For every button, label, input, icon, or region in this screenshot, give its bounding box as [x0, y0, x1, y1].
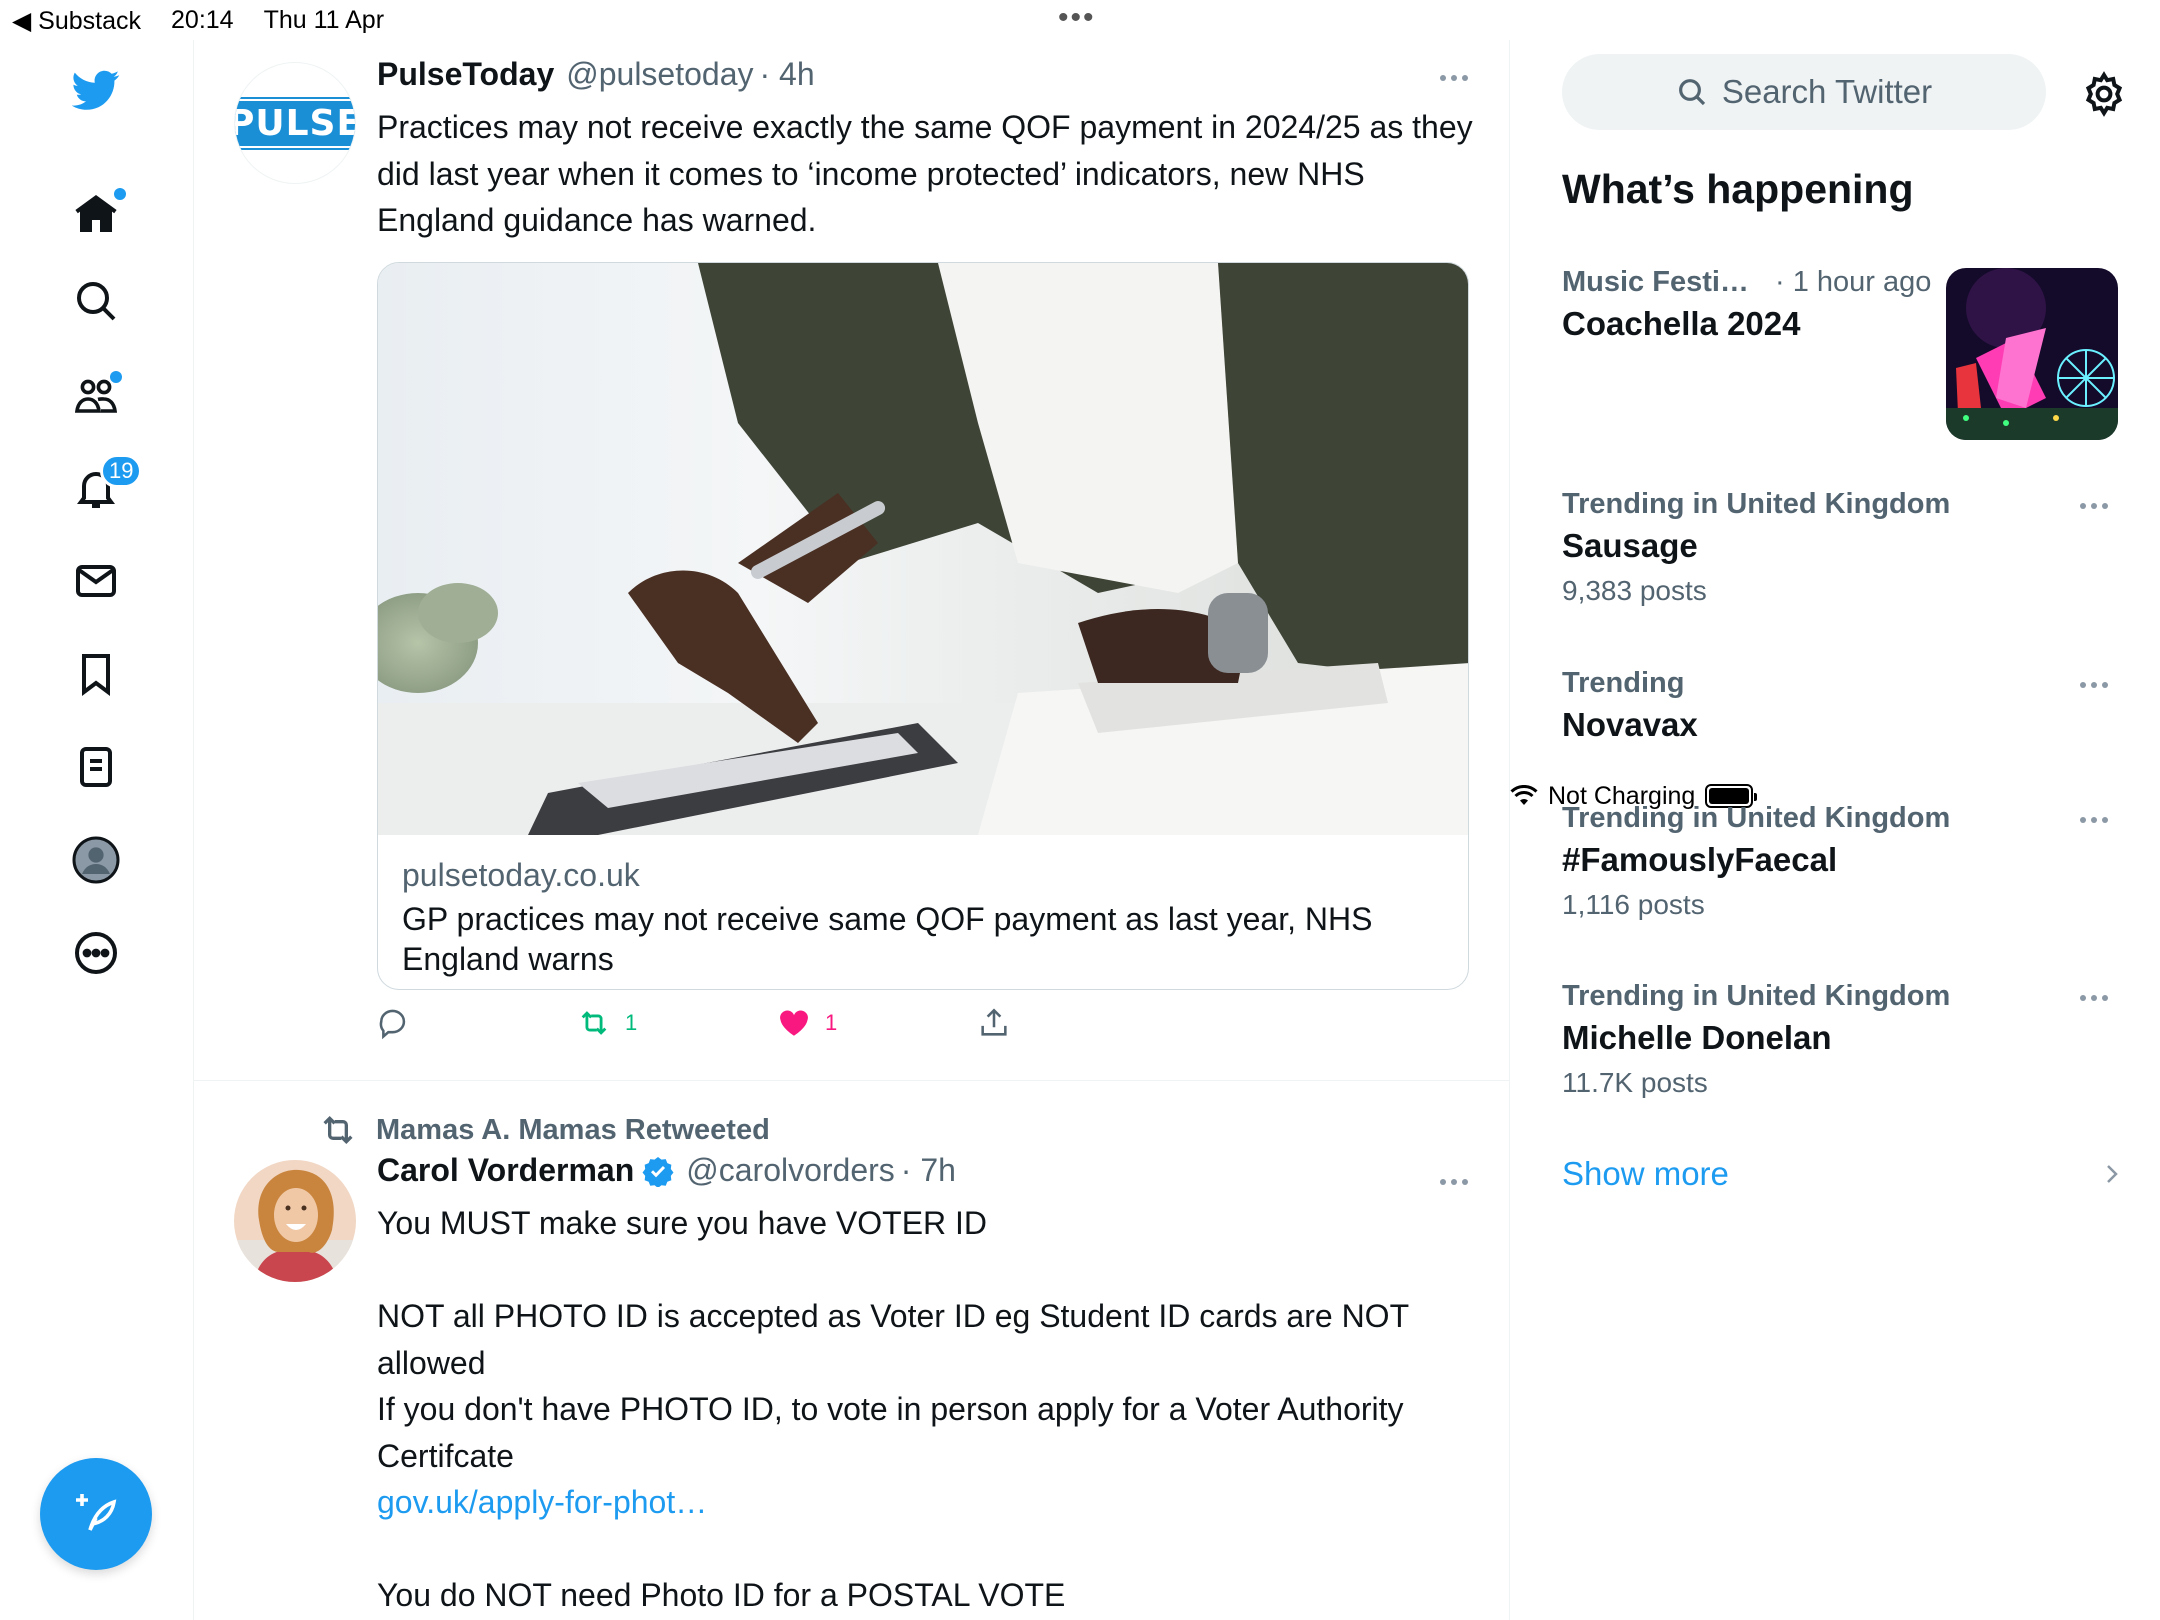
- search-icon[interactable]: [64, 269, 128, 333]
- trend-context: Music Festi…: [1562, 266, 1749, 298]
- trend-item[interactable]: Trending in United Kingdom #FamouslyFaec…: [1562, 802, 2122, 921]
- avatar[interactable]: [234, 1160, 356, 1282]
- retweet-icon: [581, 1011, 607, 1035]
- trend-count: 11.7K posts: [1562, 1067, 1708, 1098]
- pulse-logo: PULSE: [235, 96, 355, 150]
- trend-more-icon[interactable]: [2072, 496, 2116, 516]
- communities-new-dot: [110, 371, 122, 383]
- tweet-actions: 1 1: [377, 1006, 1017, 1050]
- notifications-bell-icon[interactable]: 19: [64, 454, 143, 520]
- tweet-line: If you don't have PHOTO ID, to vote in p…: [377, 1391, 1404, 1474]
- retweeted-by[interactable]: Mamas A. Mamas Retweeted: [318, 1110, 770, 1150]
- status-time: 20:14: [171, 6, 234, 34]
- timeline: PULSE PulseToday @pulsetoday · 4h Practi…: [194, 40, 1510, 1620]
- trend-count: 9,383 posts: [1562, 575, 1707, 606]
- tweet-time[interactable]: · 4h: [760, 56, 815, 93]
- lists-icon[interactable]: [64, 735, 128, 799]
- tweet-more-icon[interactable]: [1432, 1172, 1476, 1192]
- twitter-logo-icon[interactable]: [64, 58, 128, 122]
- tweet-time[interactable]: · 7h: [901, 1152, 956, 1189]
- tweet-text: Practices may not receive exactly the sa…: [377, 109, 1473, 238]
- more-options-icon[interactable]: [64, 921, 128, 985]
- retweet-button[interactable]: 1: [577, 1006, 637, 1040]
- trend-more-icon[interactable]: [2072, 675, 2116, 695]
- trend-name: Michelle Donelan: [1562, 1019, 1832, 1056]
- retweet-small-icon: [323, 1115, 353, 1145]
- status-date: Thu 11 Apr: [263, 6, 385, 34]
- trend-more-icon[interactable]: [2072, 988, 2116, 1008]
- author-handle[interactable]: @pulsetoday: [566, 56, 753, 93]
- show-more-link[interactable]: Show more: [1562, 1155, 1729, 1193]
- reply-icon: [379, 1009, 406, 1040]
- card-domain: pulsetoday.co.uk: [402, 857, 640, 893]
- card-image: [378, 263, 1468, 835]
- home-icon[interactable]: [64, 182, 128, 246]
- like-count: 1: [825, 1010, 838, 1035]
- messages-icon[interactable]: [64, 549, 128, 613]
- card-title: GP practices may not receive same QOF pa…: [402, 901, 1373, 977]
- search-placeholder: Search Twitter: [1721, 73, 1933, 110]
- trend-item[interactable]: Trending in United Kingdom Michelle Done…: [1562, 980, 2122, 1099]
- trend-name: #FamouslyFaecal: [1562, 841, 1838, 878]
- share-icon: [981, 1008, 1007, 1036]
- chevron-right-icon[interactable]: [2100, 1162, 2124, 1186]
- right-sidebar: Search Twitter What’s happening Music Fe…: [1510, 40, 2160, 1620]
- trend-more-icon[interactable]: [2072, 810, 2116, 830]
- bookmarks-icon[interactable]: [64, 642, 128, 706]
- trend-time: · 1 hour ago: [1775, 266, 1932, 298]
- settings-gear-icon[interactable]: [2080, 70, 2128, 118]
- retweet-count: 1: [625, 1010, 638, 1035]
- tweet-text: You MUST make sure you have VOTER ID NOT…: [377, 1200, 1477, 1619]
- verified-badge-icon: [642, 1156, 674, 1187]
- notifications-badge: 19: [100, 454, 143, 488]
- heart-icon: [780, 1010, 808, 1036]
- search-input[interactable]: Search Twitter: [1562, 54, 2046, 130]
- author-name[interactable]: Carol Vorderman: [377, 1152, 634, 1189]
- author-handle[interactable]: @carolvorders: [686, 1152, 895, 1189]
- trend-context: Trending: [1562, 667, 1685, 699]
- multitasking-dots-icon[interactable]: •••: [1058, 3, 1096, 33]
- search-icon: [1678, 79, 1705, 106]
- whats-happening-title: What’s happening: [1562, 166, 1914, 212]
- tweet-line: You do NOT need Photo ID for a POSTAL VO…: [377, 1577, 1066, 1613]
- home-new-dot: [114, 188, 126, 200]
- share-button[interactable]: [977, 1006, 1011, 1040]
- link-card[interactable]: pulsetoday.co.uk GP practices may not re…: [377, 262, 1469, 990]
- tweet-line: NOT all PHOTO ID is accepted as Voter ID…: [377, 1298, 1409, 1381]
- like-button[interactable]: 1: [777, 1006, 837, 1040]
- tweet-more-icon[interactable]: [1432, 68, 1476, 88]
- trend-context: Trending in United Kingdom: [1562, 980, 1951, 1012]
- trend-thumbnail[interactable]: [1946, 268, 2118, 440]
- compose-tweet-button[interactable]: [40, 1458, 152, 1570]
- tweet-divider: [194, 1080, 1509, 1081]
- avatar[interactable]: PULSE: [234, 62, 356, 184]
- trend-count: 1,116 posts: [1562, 889, 1705, 920]
- tweet-link[interactable]: gov.uk/apply-for-phot…: [377, 1479, 1477, 1526]
- status-bar: ◀ Substack 20:14 Thu 11 Apr ••• Not Char…: [0, 0, 2160, 810]
- reply-button[interactable]: [377, 1006, 411, 1040]
- trend-context: Trending in United Kingdom: [1562, 802, 1951, 834]
- trend-name: Sausage: [1562, 527, 1698, 564]
- profile-avatar-icon[interactable]: [64, 828, 128, 892]
- trend-item[interactable]: Trending Novavax: [1562, 667, 2122, 744]
- author-name[interactable]: PulseToday: [377, 56, 554, 93]
- tweet-line: You MUST make sure you have VOTER ID: [377, 1205, 988, 1241]
- retweeted-by-label: Mamas A. Mamas Retweeted: [376, 1113, 770, 1146]
- communities-icon[interactable]: [64, 363, 128, 427]
- trend-name: Novavax: [1562, 706, 1698, 743]
- trend-item[interactable]: Trending in United Kingdom Sausage 9,383…: [1562, 488, 2122, 607]
- trend-context: Trending in United Kingdom: [1562, 488, 1951, 520]
- back-to-app[interactable]: ◀ Substack: [12, 6, 141, 36]
- side-navigation: 19: [0, 40, 194, 1620]
